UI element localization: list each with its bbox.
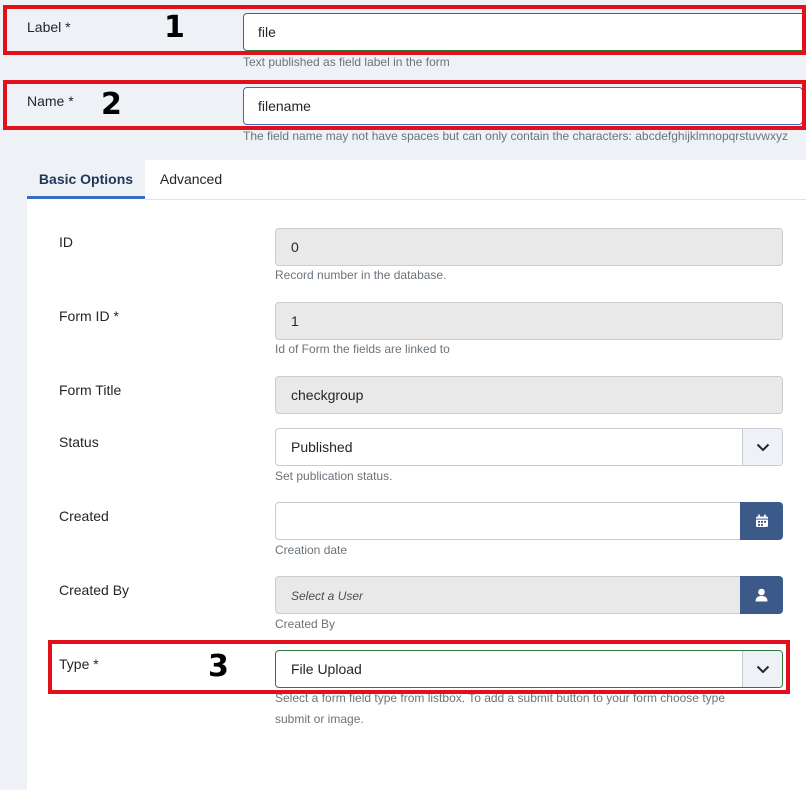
annotation-number-3: 3 bbox=[208, 649, 229, 684]
form-title-field: checkgroup bbox=[275, 376, 783, 414]
tab-basic-options[interactable]: Basic Options bbox=[27, 160, 145, 199]
form-title-label: Form Title bbox=[59, 382, 122, 398]
type-hint-line-2: submit or image. bbox=[275, 712, 364, 726]
status-dropdown-button[interactable] bbox=[742, 429, 782, 465]
annotation-box-1 bbox=[3, 5, 806, 55]
tab-advanced[interactable]: Advanced bbox=[145, 160, 237, 199]
chevron-down-icon bbox=[756, 443, 769, 451]
created-label: Created bbox=[59, 508, 109, 524]
calendar-icon bbox=[755, 514, 768, 527]
form-id-field: 1 bbox=[275, 302, 783, 340]
calendar-button[interactable] bbox=[740, 502, 783, 540]
tab-divider bbox=[145, 199, 806, 200]
label-hint: Text published as field label in the for… bbox=[243, 55, 450, 69]
created-hint: Creation date bbox=[275, 543, 348, 557]
user-icon bbox=[755, 588, 768, 602]
annotation-box-2 bbox=[3, 80, 806, 130]
status-value: Published bbox=[291, 439, 353, 455]
status-label: Status bbox=[59, 434, 99, 450]
created-by-placeholder: Select a User bbox=[291, 589, 364, 603]
created-date-input[interactable] bbox=[275, 502, 741, 540]
created-by-label: Created By bbox=[59, 582, 130, 598]
created-by-hint: Created By bbox=[275, 617, 336, 631]
status-hint: Set publication status. bbox=[275, 469, 393, 483]
form-id-label: Form ID * bbox=[59, 308, 119, 324]
annotation-box-3 bbox=[48, 640, 790, 694]
id-label: ID bbox=[59, 234, 73, 250]
name-hint: The field name may not have spaces but c… bbox=[243, 129, 788, 143]
status-select[interactable]: Published bbox=[275, 428, 783, 466]
annotation-number-2: 2 bbox=[101, 87, 122, 122]
form-id-hint: Id of Form the fields are linked to bbox=[275, 342, 450, 356]
created-by-user-field[interactable]: Select a User bbox=[275, 576, 741, 614]
select-user-button[interactable] bbox=[740, 576, 783, 614]
id-hint: Record number in the database. bbox=[275, 268, 447, 282]
id-field: 0 bbox=[275, 228, 783, 266]
annotation-number-1: 1 bbox=[164, 10, 185, 45]
